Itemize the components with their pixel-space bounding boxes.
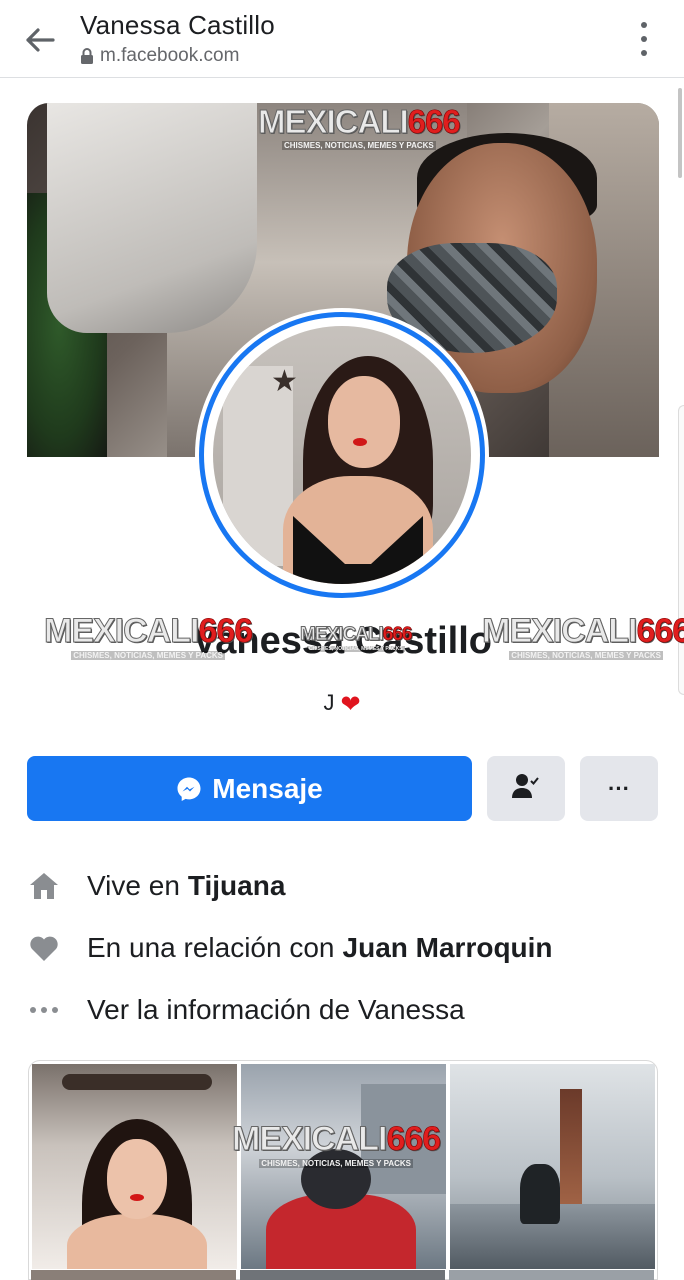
ellipsis-icon <box>27 1006 61 1014</box>
watermark-grid: MEXICALI666 CHISMES, NOTICIAS, MEMES Y P… <box>231 1120 441 1168</box>
friend-check-icon <box>511 772 541 805</box>
heart-emoji-icon: ❤ <box>340 691 361 718</box>
info-see-more[interactable]: Ver la información de Vanessa <box>27 990 465 1030</box>
more-options-button[interactable]: ··· <box>580 756 658 821</box>
photo-thumbnail-row2[interactable] <box>240 1270 445 1280</box>
page-title: Vanessa Castillo <box>80 10 275 40</box>
profile-name-row: Vanessa Castillo MEXICALI666 CHISMES, NO… <box>40 612 684 672</box>
profile-avatar[interactable]: ★ <box>195 308 489 602</box>
bio-text: J <box>323 690 335 715</box>
info-relationship[interactable]: En una relación con Juan Marroquin <box>27 928 553 968</box>
photo-thumbnail[interactable] <box>450 1064 655 1269</box>
back-arrow-icon[interactable] <box>22 22 58 58</box>
cover-arm <box>47 103 257 333</box>
photo-thumbnail[interactable] <box>32 1064 237 1269</box>
title-block: Vanessa Castillo m.facebook.com <box>80 10 275 67</box>
photo-thumbnail-row2[interactable] <box>31 1270 236 1280</box>
message-button[interactable]: Mensaje <box>27 756 472 821</box>
watermark-name-right: MEXICALI666 CHISMES, NOTICIAS, MEMES Y P… <box>481 612 684 660</box>
url-text: m.facebook.com <box>100 45 240 66</box>
home-icon <box>27 871 61 901</box>
info-lives-city[interactable]: Tijuana <box>188 870 286 902</box>
lock-icon <box>80 47 94 65</box>
heart-icon <box>27 933 61 963</box>
messenger-icon <box>176 776 202 802</box>
photo-grid <box>28 1060 658 1280</box>
message-button-label: Mensaje <box>212 772 323 804</box>
browser-top-bar: Vanessa Castillo m.facebook.com <box>0 0 684 78</box>
info-lives-in[interactable]: Vive en Tijuana <box>27 866 285 906</box>
watermark-name-left: MEXICALI666 CHISMES, NOTICIAS, MEMES Y P… <box>43 612 253 660</box>
info-lives-prefix: Vive en <box>87 870 180 901</box>
kebab-menu-icon[interactable] <box>634 22 654 56</box>
scrollbar[interactable] <box>678 88 682 178</box>
friends-button[interactable] <box>487 756 565 821</box>
info-see-more-text: Ver la información de Vanessa <box>87 994 465 1025</box>
profile-bio: J ❤ <box>0 690 684 719</box>
avatar-photo: ★ <box>213 326 471 584</box>
photo-thumbnail-row2[interactable] <box>449 1270 654 1280</box>
info-relationship-prefix: En una relación con <box>87 932 335 963</box>
info-relationship-partner[interactable]: Juan Marroquin <box>343 932 553 964</box>
story-ring: ★ <box>199 312 485 598</box>
url-row[interactable]: m.facebook.com <box>80 45 275 67</box>
watermark-name-center: MEXICALI666 CHISMES, NOTICIAS, MEMES Y P… <box>300 624 413 652</box>
ellipsis-label: ··· <box>608 775 630 801</box>
watermark-cover: MEXICALI666 CHISMES, NOTICIAS, MEMES Y P… <box>258 103 461 150</box>
